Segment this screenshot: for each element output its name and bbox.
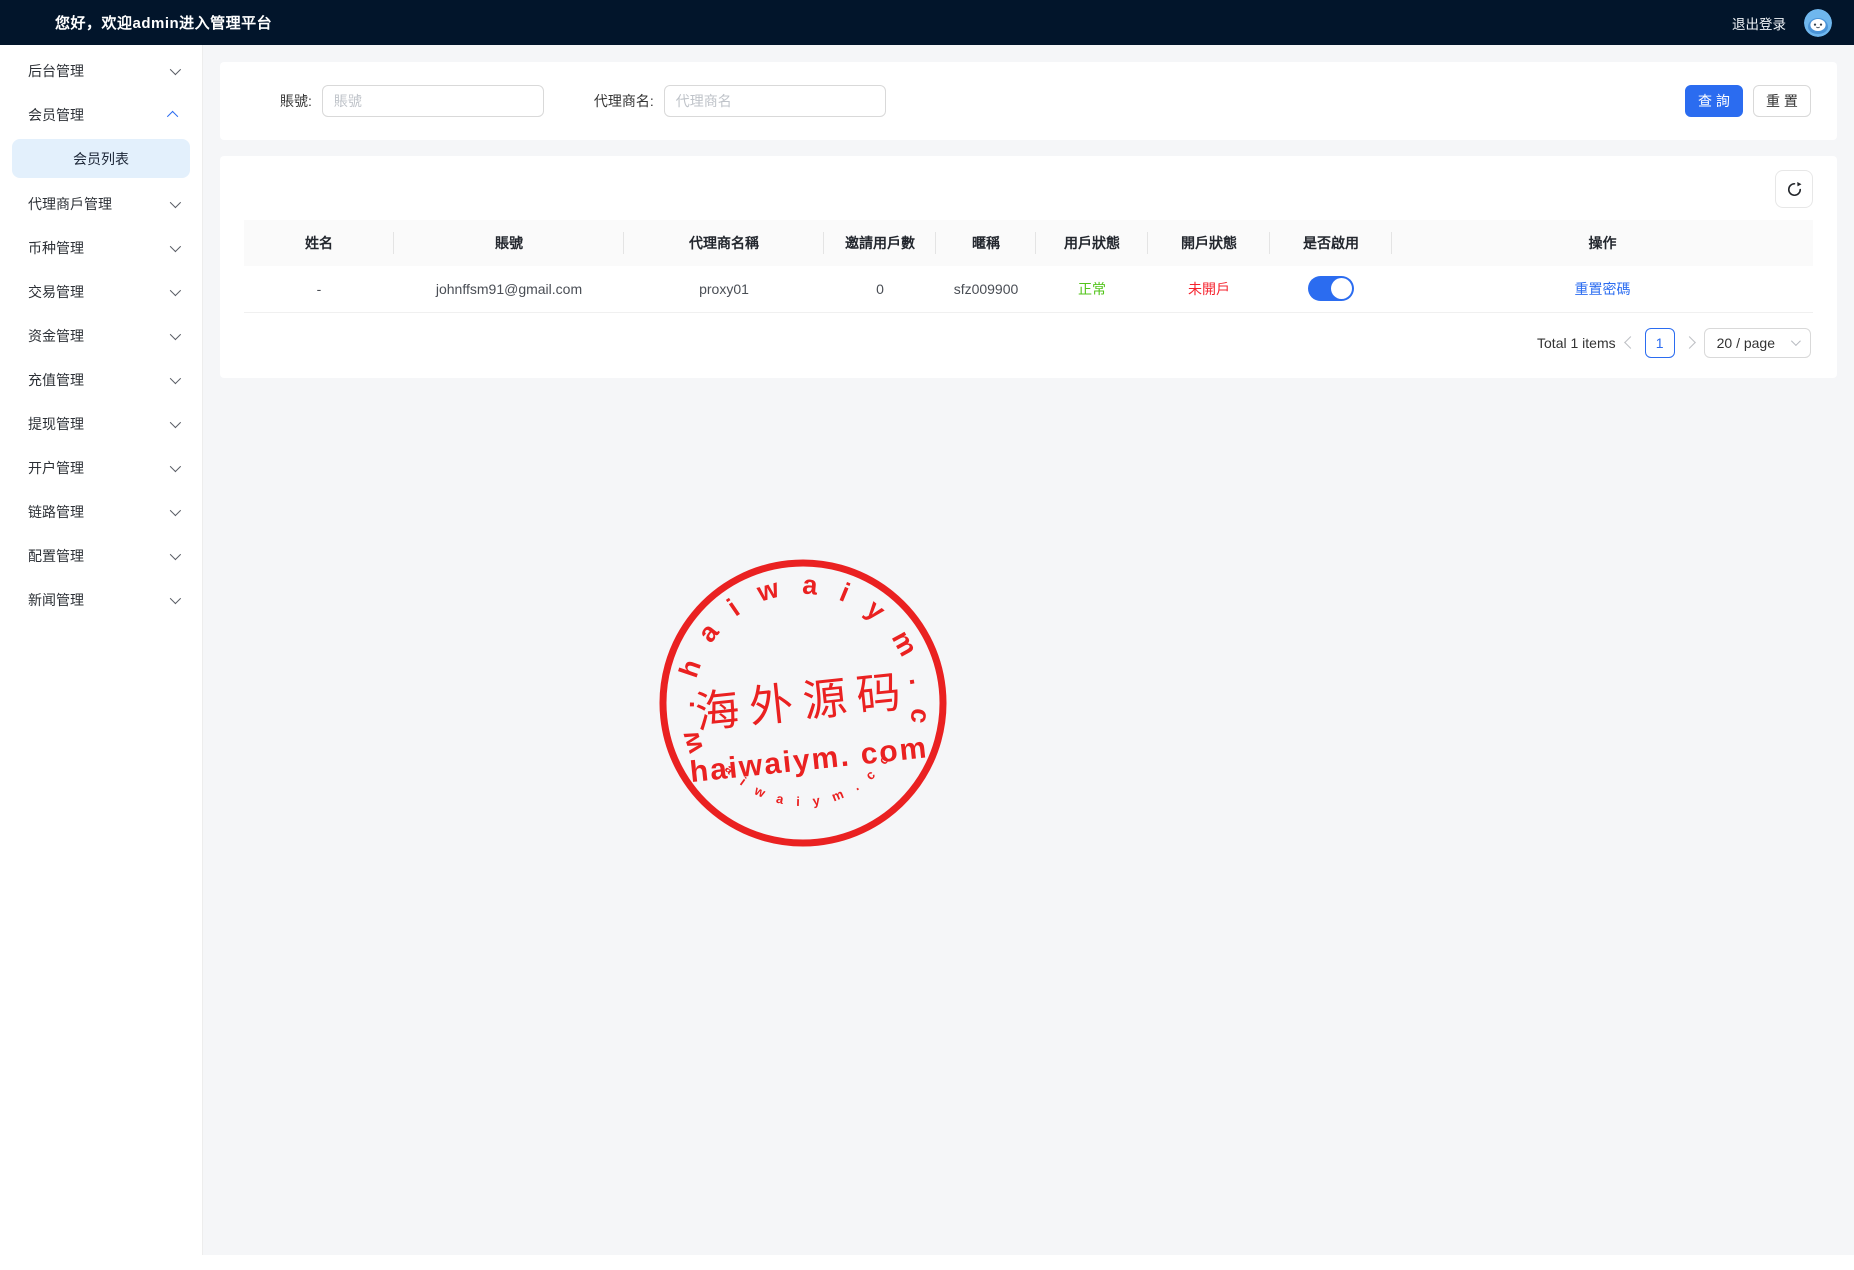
main-content: 賬號: 代理商名: 查 詢 重 置	[203, 45, 1854, 1270]
col-header-nickname: 暱稱	[936, 220, 1036, 266]
cell-invited-users: 0	[824, 266, 936, 312]
top-header-bar: 您好，欢迎admin进入管理平台 退出登录	[0, 0, 1854, 45]
sidebar-item-member-list[interactable]: 会员列表	[12, 139, 190, 178]
welcome-text: 您好，欢迎admin进入管理平台	[55, 12, 272, 33]
prev-page-icon[interactable]	[1624, 336, 1637, 349]
sidebar-item-label: 交易管理	[28, 282, 84, 302]
sidebar-item-label: 代理商戶管理	[28, 194, 112, 214]
chevron-down-icon	[170, 285, 181, 296]
sidebar-item-trade-mgmt[interactable]: 交易管理	[0, 270, 202, 314]
member-table: 姓名 賬號 代理商名稱 邀請用戶數 暱稱 用戶狀態 開戶狀態 是否啟用 操作 -…	[244, 220, 1813, 313]
col-header-open-status: 開戶狀態	[1148, 220, 1270, 266]
cell-agent-name: proxy01	[624, 266, 824, 312]
sidebar-item-deposit-mgmt[interactable]: 充值管理	[0, 358, 202, 402]
col-header-user-status: 用戶狀態	[1036, 220, 1148, 266]
chevron-down-icon	[170, 197, 181, 208]
sidebar-subitem-label: 会员列表	[73, 149, 129, 169]
col-header-actions: 操作	[1392, 220, 1813, 266]
col-header-account: 賬號	[394, 220, 624, 266]
sidebar-item-config-mgmt[interactable]: 配置管理	[0, 534, 202, 578]
pagination-total: Total 1 items	[1537, 335, 1616, 351]
pagination: Total 1 items 1 20 / page	[244, 313, 1813, 370]
sidebar-item-label: 币种管理	[28, 238, 84, 258]
sidebar-item-funds-mgmt[interactable]: 资金管理	[0, 314, 202, 358]
chevron-down-icon	[170, 593, 181, 604]
sidebar-item-label: 充值管理	[28, 370, 84, 390]
sidebar-item-backend-mgmt[interactable]: 后台管理	[0, 49, 202, 93]
svg-text:w w w . h a i w a i y m . c o: w w w . h a i w a i y m . c o m	[653, 553, 940, 763]
chevron-down-icon	[1791, 336, 1801, 346]
agent-name-field-group: 代理商名:	[594, 85, 886, 117]
sidebar-item-link-mgmt[interactable]: 链路管理	[0, 490, 202, 534]
cell-name: -	[244, 266, 394, 312]
reset-button[interactable]: 重 置	[1753, 85, 1811, 117]
current-page-button[interactable]: 1	[1645, 328, 1675, 358]
bottom-scroll-area	[0, 1255, 1854, 1270]
stamp-center-chinese-text: 海外源码	[693, 666, 913, 739]
cell-nickname: sfz009900	[936, 266, 1036, 312]
next-page-icon[interactable]	[1683, 336, 1696, 349]
sidebar-item-withdraw-mgmt[interactable]: 提现管理	[0, 402, 202, 446]
sidebar-item-label: 会员管理	[28, 105, 84, 125]
cell-open-status: 未開戶	[1148, 266, 1270, 312]
sidebar-item-news-mgmt[interactable]: 新闻管理	[0, 578, 202, 622]
chevron-down-icon	[170, 549, 181, 560]
table-toolbar	[244, 170, 1813, 208]
logout-button[interactable]: 退出登录	[1732, 13, 1786, 33]
page-size-value: 20 / page	[1717, 335, 1775, 351]
sidebar-item-label: 开户管理	[28, 458, 84, 478]
stamp-center-domain-text: haiwaiym. com	[688, 731, 930, 789]
agent-name-input[interactable]	[664, 85, 886, 117]
sidebar-item-label: 后台管理	[28, 61, 84, 81]
stamp-arc-top-text: w w w . h a i w a i y m . c o m	[653, 553, 940, 763]
user-avatar[interactable]	[1804, 9, 1832, 37]
enabled-toggle[interactable]	[1308, 276, 1354, 301]
member-table-card: 姓名 賬號 代理商名稱 邀請用戶數 暱稱 用戶狀態 開戶狀態 是否啟用 操作 -…	[220, 156, 1837, 378]
col-header-agent-name: 代理商名稱	[624, 220, 824, 266]
chevron-down-icon	[170, 505, 181, 516]
page-size-select[interactable]: 20 / page	[1704, 328, 1811, 358]
agent-name-label: 代理商名:	[594, 91, 654, 111]
account-input[interactable]	[322, 85, 544, 117]
cell-account: johnffsm91@gmail.com	[394, 266, 624, 312]
sidebar-item-member-mgmt[interactable]: 会员管理	[0, 93, 202, 137]
table-row: - johnffsm91@gmail.com proxy01 0 sfz0099…	[244, 266, 1813, 312]
col-header-enabled: 是否啟用	[1270, 220, 1392, 266]
query-button[interactable]: 查 詢	[1685, 85, 1743, 117]
table-header-row: 姓名 賬號 代理商名稱 邀請用戶數 暱稱 用戶狀態 開戶狀態 是否啟用 操作	[244, 220, 1813, 266]
sidebar-item-agent-merchant-mgmt[interactable]: 代理商戶管理	[0, 182, 202, 226]
account-field-group: 賬號:	[280, 85, 544, 117]
account-label: 賬號:	[280, 91, 312, 111]
refresh-icon	[1786, 181, 1803, 198]
chevron-down-icon	[170, 241, 181, 252]
sidebar-item-label: 资金管理	[28, 326, 84, 346]
watermark-stamp: w w w . h a i w a i y m . c o m 海外源码 hai…	[653, 553, 953, 853]
chevron-down-icon	[170, 329, 181, 340]
col-header-name: 姓名	[244, 220, 394, 266]
chevron-down-icon	[170, 417, 181, 428]
refresh-button[interactable]	[1775, 170, 1813, 208]
avatar-cartoon-icon	[1804, 9, 1832, 37]
sidebar-item-label: 新闻管理	[28, 590, 84, 610]
chevron-up-icon	[167, 111, 178, 122]
sidebar-item-label: 配置管理	[28, 546, 84, 566]
sidebar-item-account-open-mgmt[interactable]: 开户管理	[0, 446, 202, 490]
chevron-down-icon	[170, 461, 181, 472]
sidebar: 后台管理 会员管理 会员列表 代理商戶管理 币种管理 交易管理 资金管理 充值管…	[0, 45, 203, 1270]
sidebar-item-currency-mgmt[interactable]: 币种管理	[0, 226, 202, 270]
chevron-down-icon	[170, 64, 181, 75]
stamp-arc-bottom-text: h a i w a i y m . c o m	[653, 553, 904, 825]
sidebar-item-label: 提现管理	[28, 414, 84, 434]
reset-password-link[interactable]: 重置密碼	[1575, 281, 1631, 297]
search-filter-card: 賬號: 代理商名: 查 詢 重 置	[220, 62, 1837, 140]
svg-text:h a i w a i y m . c o m: h a i w a i y m . c o m	[653, 553, 904, 825]
chevron-down-icon	[170, 373, 181, 384]
col-header-invited-users: 邀請用戶數	[824, 220, 936, 266]
cell-user-status: 正常	[1036, 266, 1148, 312]
sidebar-item-label: 链路管理	[28, 502, 84, 522]
